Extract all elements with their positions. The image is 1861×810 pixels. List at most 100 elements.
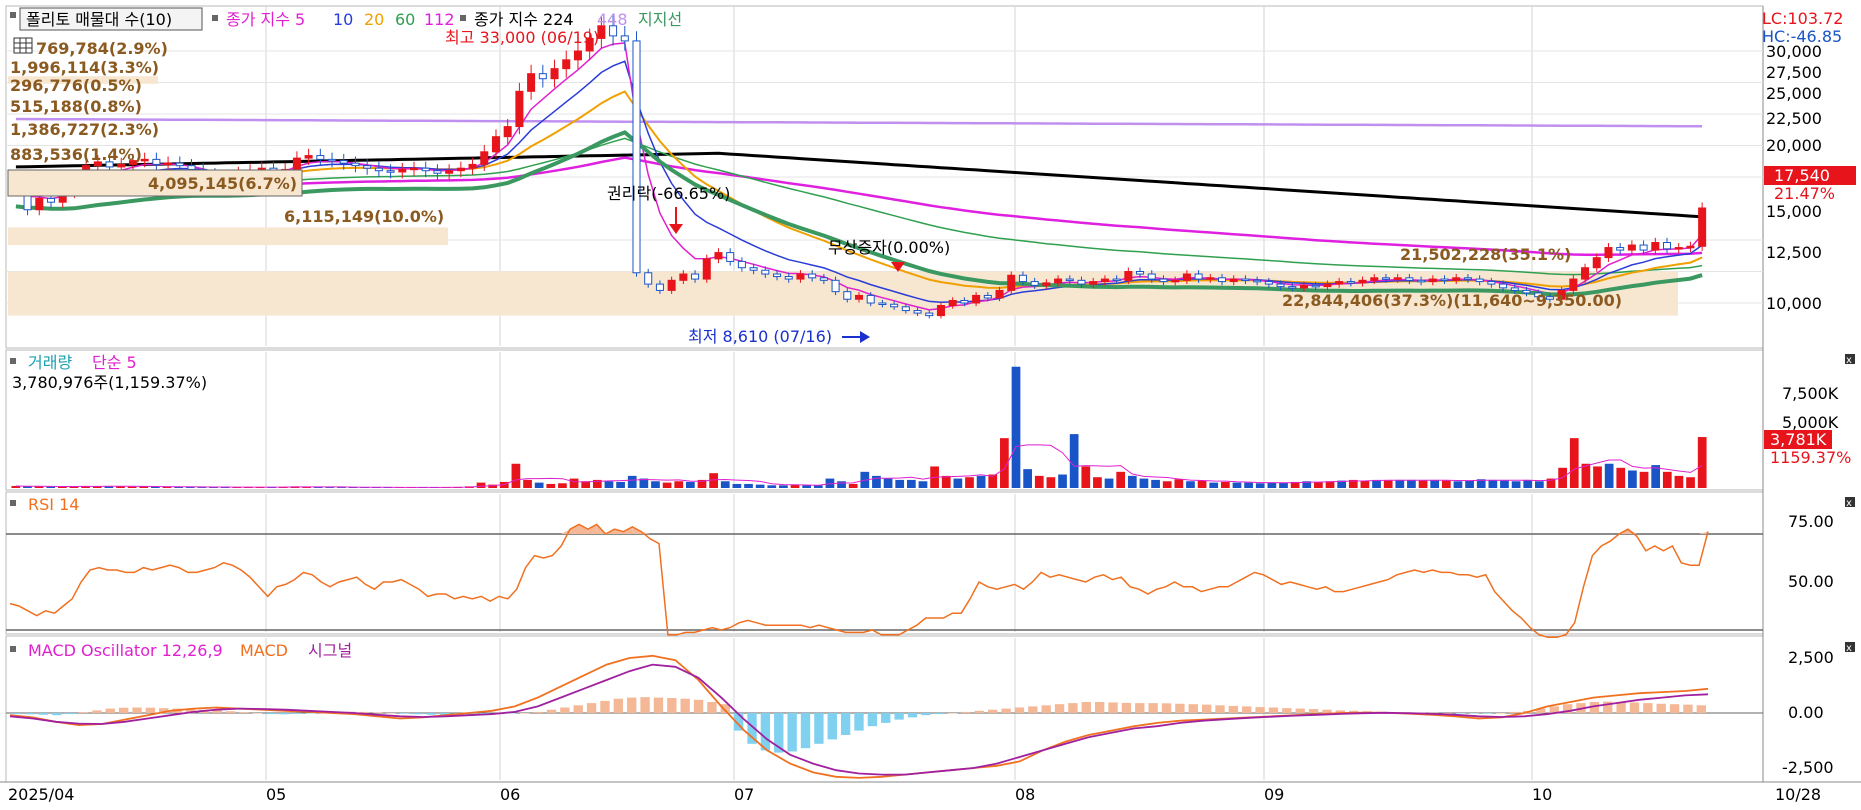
candle xyxy=(1206,277,1215,280)
candle xyxy=(1229,278,1238,283)
candle xyxy=(1253,279,1262,283)
macd-osc-bar xyxy=(386,713,396,714)
y-tick: 10,000 xyxy=(1766,294,1822,313)
macd-osc-bar xyxy=(1322,709,1332,713)
y-tick: 27,500 xyxy=(1766,63,1822,82)
candle xyxy=(374,167,383,172)
volume-bar xyxy=(1209,482,1219,488)
volume-bar xyxy=(604,481,614,488)
profile-label: 22,844,406(37.3%)(11,640~9,350.00) xyxy=(1282,291,1622,310)
candle xyxy=(398,168,407,173)
volume-bar xyxy=(1081,466,1091,488)
legend-marker xyxy=(10,358,16,364)
volume-bar xyxy=(732,483,742,488)
volume-bar xyxy=(558,483,567,488)
volume-bar xyxy=(976,475,986,488)
candle xyxy=(187,165,196,170)
signal-legend[interactable]: 시그널 xyxy=(308,641,352,660)
candle xyxy=(515,90,524,128)
ma10-legend[interactable]: 10 xyxy=(333,10,353,29)
candle xyxy=(1323,283,1332,288)
candle xyxy=(1487,281,1496,285)
profile-label: 21,502,228(35.1%) xyxy=(1400,245,1571,264)
volume-bar xyxy=(813,485,823,488)
volume-bar xyxy=(1407,479,1416,488)
candle xyxy=(808,273,817,279)
macd-osc-bar xyxy=(52,713,62,716)
macd-osc-bar xyxy=(65,713,75,715)
volume-bar xyxy=(1441,480,1451,488)
volume-bar xyxy=(511,463,521,488)
profile-label: 6,115,149(10.0%) xyxy=(284,207,444,226)
macd-osc-bar xyxy=(1469,713,1479,714)
y-tick: 0.00 xyxy=(1788,703,1824,722)
candle xyxy=(1370,277,1379,281)
macd-osc-bar xyxy=(827,713,837,740)
legend-marker xyxy=(10,12,16,18)
macd-osc-bar xyxy=(1629,702,1640,713)
volume-bar xyxy=(779,485,788,488)
lc-value: LC:103.72 xyxy=(1762,9,1843,28)
macd-osc-bar xyxy=(1081,702,1091,713)
ma224-legend[interactable]: 종가 지수 224 xyxy=(474,10,574,29)
rsi-legend-label[interactable]: RSI 14 xyxy=(28,495,79,514)
macd-osc-bar xyxy=(1001,708,1011,713)
legend-marker xyxy=(10,500,16,506)
volume-bar xyxy=(523,479,532,488)
candle xyxy=(1018,274,1027,283)
candle xyxy=(1581,267,1590,280)
ma60-legend[interactable]: 60 xyxy=(395,10,415,29)
volume-bar xyxy=(1058,474,1067,488)
table-icon[interactable] xyxy=(13,37,33,54)
macd-osc-bar xyxy=(586,703,597,713)
volume-bar xyxy=(1093,477,1102,488)
ma-legend-label[interactable]: 종가 지수 5 xyxy=(226,10,305,29)
volume-bar xyxy=(1395,479,1405,488)
y-tick: 25,000 xyxy=(1766,84,1822,103)
macd-osc-bar xyxy=(1028,706,1038,713)
macd-osc-bar xyxy=(1308,709,1319,713)
candle xyxy=(796,273,805,280)
macd-osc-bar xyxy=(1268,707,1279,713)
volume-ma-legend-label[interactable]: 단순 5 xyxy=(92,353,137,372)
macd-osc-bar xyxy=(840,713,851,735)
candle xyxy=(175,162,184,167)
volume-bar xyxy=(1104,478,1114,488)
candle xyxy=(1428,278,1437,283)
ma20-legend[interactable]: 20 xyxy=(364,10,384,29)
candle xyxy=(632,40,641,274)
candle xyxy=(1077,279,1086,285)
volume-legend-label[interactable]: 거래량 xyxy=(28,353,72,372)
candle xyxy=(1569,278,1578,291)
candle xyxy=(292,157,301,170)
macd-osc-bar xyxy=(988,709,998,713)
y-tick: 12,500 xyxy=(1766,243,1822,262)
macd-osc-bar xyxy=(653,697,664,713)
ma112-legend[interactable]: 112 xyxy=(424,10,455,29)
profile-label: 769,784(2.9%) xyxy=(36,39,168,58)
volume-bar xyxy=(662,482,672,488)
candle xyxy=(445,170,454,174)
indicator-name[interactable]: 폴리토 매물대 수(10) xyxy=(26,10,172,29)
volume-bar xyxy=(1162,481,1172,488)
volume-bar xyxy=(1569,438,1579,488)
macd-osc-legend[interactable]: MACD Oscillator 12,26,9 xyxy=(28,641,223,660)
volume-bar xyxy=(1011,366,1021,488)
support-line-legend[interactable]: 지지선 xyxy=(638,10,682,29)
candle xyxy=(1007,274,1016,291)
candle xyxy=(328,158,337,162)
ma448-legend[interactable]: 448 xyxy=(597,10,628,29)
volume-bar xyxy=(616,481,625,488)
volume-bar xyxy=(1267,482,1277,488)
candle xyxy=(550,68,559,80)
x-tick: 2025/04 xyxy=(8,785,74,804)
profile-label: 296,776(0.5%) xyxy=(10,76,142,95)
macd-osc-bar xyxy=(640,697,650,713)
candle xyxy=(1311,284,1320,288)
candle xyxy=(726,252,735,262)
volume-bar xyxy=(1616,467,1626,488)
volume-bar xyxy=(1604,463,1614,488)
macd-osc-bar xyxy=(573,705,583,713)
macd-legend[interactable]: MACD xyxy=(240,641,288,660)
candle xyxy=(1241,278,1250,282)
